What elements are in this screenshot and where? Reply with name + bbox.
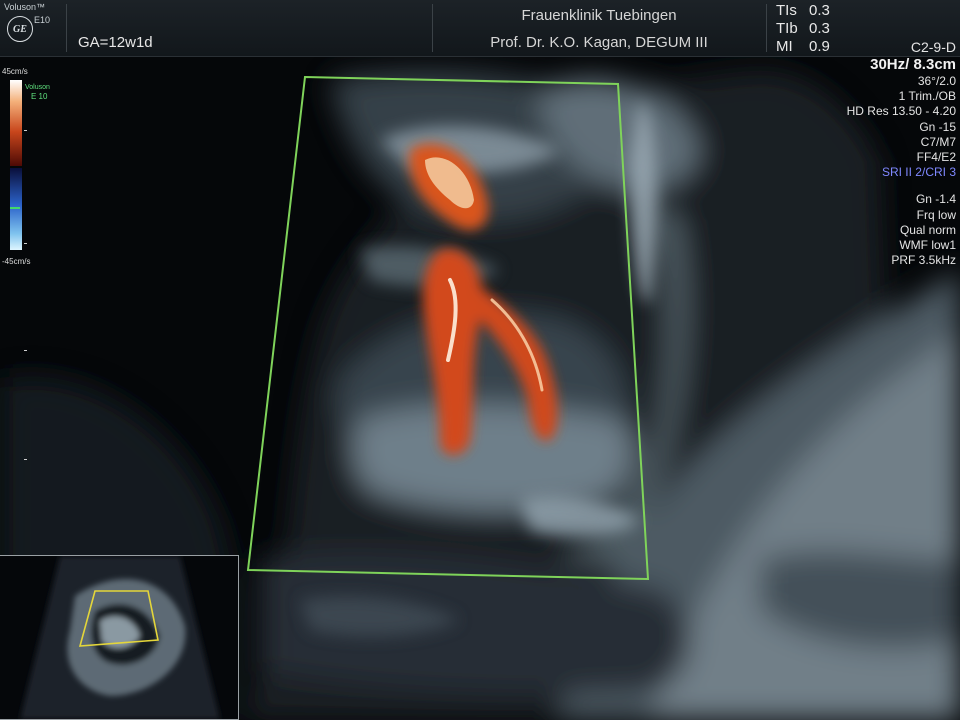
- param-color-gain: Gn -1.4: [915, 192, 956, 207]
- depth-tick: [24, 243, 27, 244]
- header-divider: [766, 4, 767, 52]
- color-bar-negative: [10, 168, 22, 250]
- acquisition-parameters: C2-9-D 30Hz/ 8.3cm 36°/2.0 1 Trim./OB HD…: [847, 39, 956, 268]
- reference-thumbnail[interactable]: [0, 555, 239, 720]
- param-angle: 36°/2.0: [917, 74, 956, 88]
- param-wmf: WMF low1: [899, 238, 956, 253]
- index-tis: TIs 0.3: [776, 2, 830, 19]
- depth-tick: [24, 459, 27, 460]
- color-bar-positive: [10, 80, 22, 166]
- depth-tick: [24, 350, 27, 351]
- velocity-color-bar: [10, 80, 22, 250]
- doctor-name: Prof. Dr. K.O. Kagan, DEGUM III: [490, 34, 708, 51]
- voluson-small-label: Voluson: [25, 84, 50, 91]
- voluson-model-label: E 10: [31, 92, 48, 101]
- index-mi: MI 0.9: [776, 38, 830, 55]
- header-divider: [66, 4, 67, 52]
- velocity-scale-top: 45cm/s: [2, 67, 28, 76]
- param-gain: Gn -15: [919, 119, 956, 134]
- brand-model: E10: [34, 15, 51, 25]
- gestational-age: GA=12w1d: [78, 34, 153, 51]
- param-preset: 1 Trim./OB: [898, 89, 956, 104]
- param-hd-res: HD Res 13.50 - 4.20: [846, 104, 956, 119]
- param-cm: C7/M7: [920, 134, 956, 149]
- thumbnail-scene: [0, 556, 238, 719]
- header-divider: [432, 4, 433, 52]
- param-quality: Qual norm: [899, 222, 956, 237]
- color-bar-baseline-marker: [10, 207, 20, 209]
- probe-name: C2-9-D: [910, 39, 956, 55]
- frame-rate-depth: 30Hz/ 8.3cm: [870, 56, 956, 73]
- brand-logo-area: Voluson™ E10 GE: [2, 0, 64, 56]
- ge-logo-icon: GE: [7, 16, 33, 42]
- param-frequency: Frq low: [916, 207, 956, 222]
- depth-tick: [24, 130, 27, 131]
- param-sri: SRI II 2/CRI 3: [881, 165, 956, 180]
- param-ff: FF4/E2: [916, 150, 956, 165]
- brand-name: Voluson™: [4, 2, 46, 12]
- header-bar: Voluson™ E10 GE GA=12w1d Frauenklinik Tu…: [0, 0, 960, 57]
- clinic-name: Frauenklinik Tuebingen: [521, 7, 677, 24]
- index-tib: TIb 0.3: [776, 20, 830, 37]
- velocity-scale-bottom: -45cm/s: [2, 257, 31, 266]
- param-prf: PRF 3.5kHz: [891, 253, 956, 268]
